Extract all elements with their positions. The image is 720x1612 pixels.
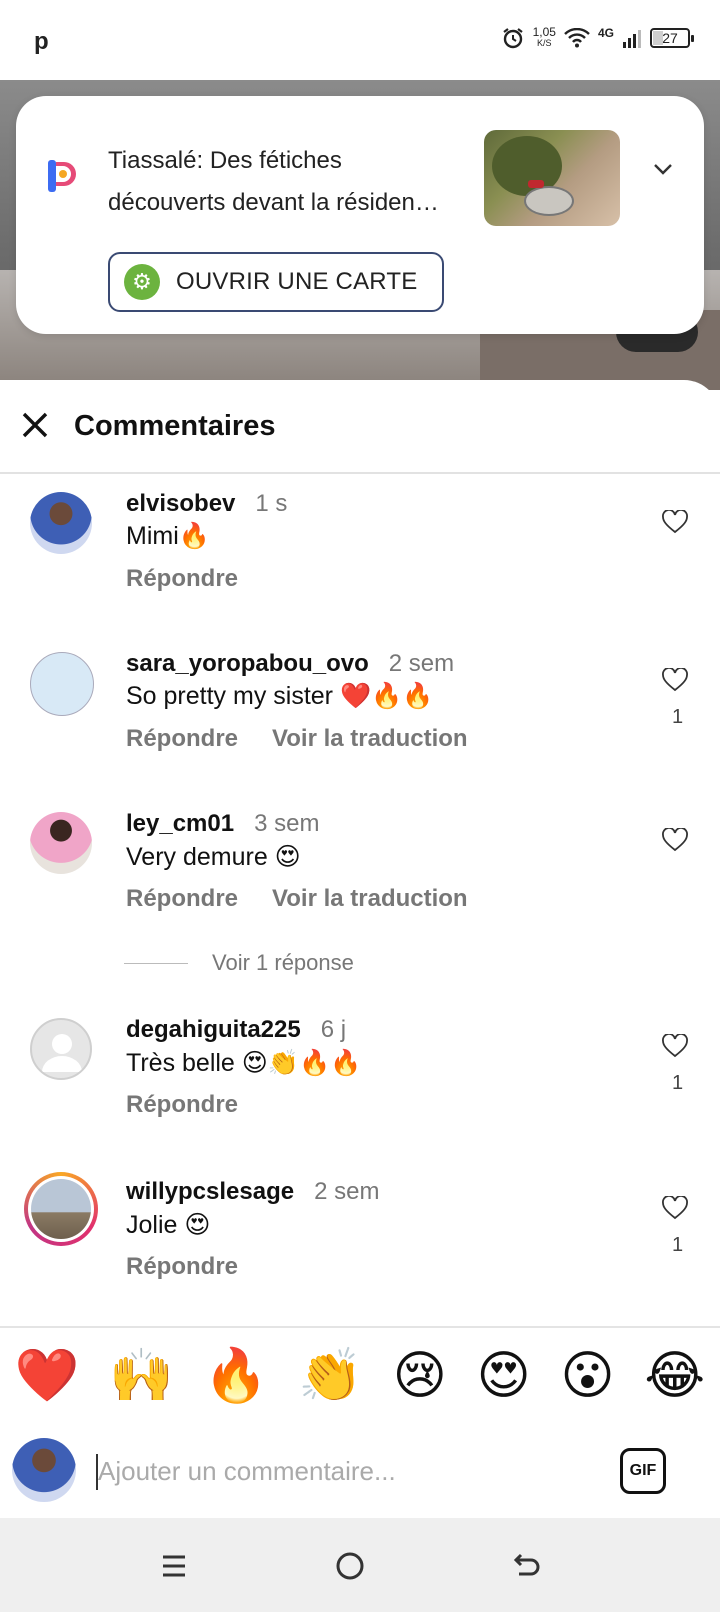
comment-actions: Répondre (126, 565, 238, 593)
status-icons: 1,05 K/S 4G 27 (501, 25, 694, 50)
like-count: 1 (672, 1072, 684, 1094)
notification-title-line2: découverts devant la résiden… (108, 189, 439, 216)
comment-username[interactable]: degahiguita225 6 j (126, 1016, 346, 1044)
back-nav-button[interactable] (506, 1548, 546, 1584)
gif-button[interactable]: GIF (620, 1448, 666, 1494)
comment-text: Très belle 😍👏🔥🔥 (126, 1049, 362, 1077)
comment-username[interactable]: willypcslesage 2 sem (126, 1178, 379, 1206)
see-translation-button[interactable]: Voir la traduction (272, 725, 468, 752)
comment-time: 1 s (255, 490, 288, 517)
comment-time: 2 sem (388, 650, 455, 677)
comment-username[interactable]: elvisobev 1 s (126, 490, 287, 518)
status-bar: p 1,05 K/S 4G 27 (0, 0, 720, 80)
like-heart-icon[interactable] (662, 668, 688, 692)
network-type: 4G (597, 26, 614, 40)
open-card-button-label: OUVRIR UNE CARTE (176, 268, 418, 295)
avatar[interactable] (30, 492, 92, 554)
menu-icon (163, 1555, 185, 1577)
reply-button[interactable]: Répondre (126, 1253, 238, 1280)
view-replies-button[interactable]: Voir 1 réponse (124, 950, 354, 976)
like-count: 1 (672, 1234, 684, 1256)
current-user-avatar (12, 1438, 76, 1502)
emoji-raised-hands[interactable]: 🙌 (109, 1350, 174, 1402)
menu-nav-button[interactable] (154, 1548, 194, 1584)
like-heart-icon[interactable] (662, 1034, 688, 1058)
alarm-icon (502, 28, 523, 49)
news-notification[interactable]: Tiassalé: Des fétiches découverts devant… (16, 96, 704, 334)
wifi-icon (564, 28, 590, 48)
comments-title: Commentaires (74, 410, 276, 442)
emoji-laughing[interactable]: 😂 (644, 1350, 705, 1402)
system-navigation-bar (0, 1518, 720, 1612)
avatar[interactable] (30, 1018, 92, 1080)
gear-icon: ⚙ (124, 264, 160, 300)
home-circle-icon (336, 1552, 364, 1580)
emoji-heart[interactable]: ❤️ (15, 1350, 80, 1402)
reply-button[interactable]: Répondre (126, 885, 238, 912)
app-notification-icon: p (34, 28, 49, 55)
emoji-clap[interactable]: 👏 (298, 1350, 363, 1402)
emoji-crying[interactable]: 😢 (393, 1350, 447, 1402)
avatar[interactable] (30, 812, 92, 874)
comment-text: Mimi🔥 (126, 522, 210, 550)
comment-time: 6 j (320, 1016, 347, 1043)
back-icon (513, 1553, 540, 1576)
like-count: 1 (672, 706, 684, 728)
comment-text: Very demure 😍 (126, 843, 301, 871)
comment-text: Jolie 😍 (126, 1211, 211, 1239)
comment-actions: Répondre (126, 1091, 238, 1119)
network-speed-unit: K/S (537, 38, 552, 48)
comment-item: willypcslesage 2 sem Jolie 😍 Répondre 1 (0, 1172, 720, 1328)
chevron-down-icon[interactable] (652, 158, 674, 180)
reply-button[interactable]: Répondre (126, 1091, 238, 1118)
signal-icon (623, 30, 641, 48)
like-heart-icon[interactable] (662, 1196, 688, 1220)
divider (124, 962, 188, 964)
comments-header: Commentaires (0, 380, 720, 474)
quick-reaction-bar: ❤️ 🙌 🔥 👏 😢 😍 😮 😂 (0, 1326, 720, 1426)
emoji-surprised[interactable]: 😮 (560, 1350, 614, 1402)
default-avatar-icon (42, 1034, 82, 1072)
notification-title-line1: Tiassalé: Des fétiches (108, 147, 342, 174)
network-speed-value: 1,05 (532, 25, 556, 39)
comment-actions: Répondre (126, 1253, 238, 1281)
avatar[interactable] (30, 652, 94, 716)
close-icon[interactable] (20, 410, 50, 440)
like-heart-icon[interactable] (662, 828, 688, 852)
comment-username[interactable]: ley_cm01 3 sem (126, 810, 319, 838)
comment-time: 2 sem (314, 1178, 380, 1205)
notification-title: Tiassalé: Des fétiches découverts devant… (108, 140, 468, 224)
notification-thumbnail (484, 130, 620, 226)
comment-actions: Répondre Voir la traduction (126, 885, 468, 913)
comment-time: 3 sem (254, 810, 320, 837)
comment-composer: Ajouter un commentaire... GIF (0, 1424, 720, 1518)
like-heart-icon[interactable] (662, 510, 688, 534)
reply-button[interactable]: Répondre (126, 725, 238, 752)
comment-input[interactable]: Ajouter un commentaire... (98, 1456, 396, 1487)
reply-button[interactable]: Répondre (126, 565, 238, 592)
comment-item: sara_yoropabou_ovo 2 sem So pretty my sis… (0, 650, 720, 800)
home-nav-button[interactable] (330, 1548, 370, 1584)
battery-percent: 27 (662, 30, 678, 46)
comment-text: So pretty my sister ❤️🔥🔥 (126, 682, 434, 710)
comment-username[interactable]: sara_yoropabou_ovo 2 sem (126, 650, 454, 678)
battery-icon: 27 (650, 28, 694, 48)
story-avatar[interactable] (24, 1172, 98, 1246)
news-app-logo-icon (48, 160, 76, 192)
comment-item: elvisobev 1 s Mimi🔥 Répondre (0, 490, 720, 640)
comment-actions: Répondre Voir la traduction (126, 725, 468, 753)
see-translation-button[interactable]: Voir la traduction (272, 885, 468, 912)
network-speed: 1,05 K/S (532, 25, 556, 49)
comment-item: degahiguita225 6 j Très belle 😍👏🔥🔥 Répond… (0, 1016, 720, 1166)
comment-item: ley_cm01 3 sem Very demure 😍 Répondre Voir… (0, 810, 720, 960)
emoji-fire[interactable]: 🔥 (204, 1350, 269, 1402)
open-card-button[interactable]: ⚙ OUVRIR UNE CARTE (108, 252, 444, 312)
emoji-heart-eyes[interactable]: 😍 (477, 1350, 531, 1402)
